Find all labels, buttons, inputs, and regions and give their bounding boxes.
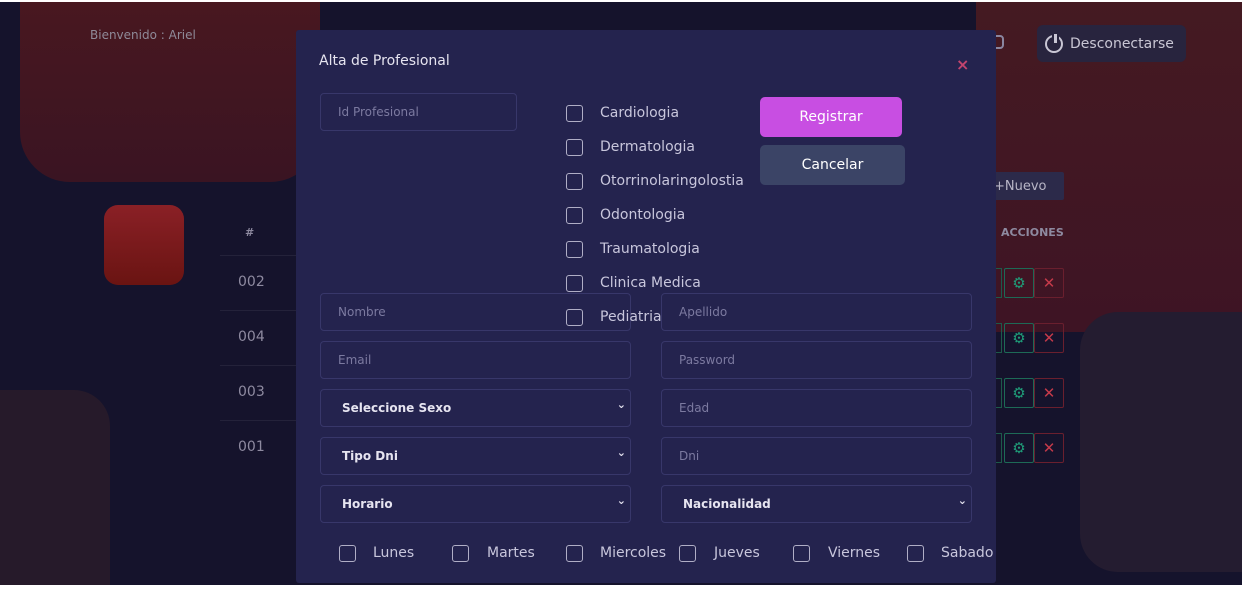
- day-checkbox[interactable]: [339, 545, 356, 562]
- chevron-down-icon: ⌄: [616, 398, 626, 411]
- day-checkbox[interactable]: [793, 545, 810, 562]
- specialty-checkbox[interactable]: [566, 309, 583, 326]
- specialty-checkbox[interactable]: [566, 207, 583, 224]
- day-checkbox[interactable]: [907, 545, 924, 562]
- specialty-checkbox[interactable]: [566, 139, 583, 156]
- specialty-checkbox[interactable]: [566, 105, 583, 122]
- cancel-button[interactable]: Cancelar: [760, 145, 905, 185]
- day-checkbox[interactable]: [679, 545, 696, 562]
- horario-select[interactable]: Horario ⌄: [320, 485, 631, 523]
- specialty-label: Otorrinolaringolostia: [600, 173, 744, 189]
- email-input[interactable]: Email: [320, 341, 631, 379]
- close-icon[interactable]: ×: [956, 55, 969, 74]
- day-label: Jueves: [714, 545, 760, 561]
- sexo-select[interactable]: Seleccione Sexo ⌄: [320, 389, 631, 427]
- chevron-down-icon: ⌄: [616, 446, 626, 459]
- day-label: Viernes: [828, 545, 881, 561]
- specialty-label: Traumatologia: [600, 241, 700, 257]
- tipo-dni-select-value: Tipo Dni: [342, 449, 398, 463]
- day-label: Sabado: [941, 545, 994, 561]
- nombre-input[interactable]: Nombre: [320, 293, 631, 331]
- day-label: Martes: [487, 545, 535, 561]
- specialty-label: Dermatologia: [600, 139, 695, 155]
- horario-select-value: Horario: [342, 497, 393, 511]
- specialty-label: Clinica Medica: [600, 275, 701, 291]
- specialty-label: Cardiologia: [600, 105, 680, 121]
- sexo-select-value: Seleccione Sexo: [342, 401, 452, 415]
- day-checkbox[interactable]: [452, 545, 469, 562]
- specialty-label: Pediatria: [600, 309, 662, 325]
- dni-input[interactable]: Dni: [661, 437, 972, 475]
- day-label: Lunes: [373, 545, 415, 561]
- chevron-down-icon: ⌄: [616, 494, 626, 507]
- day-label: Miercoles: [600, 545, 667, 561]
- chevron-down-icon: ⌄: [957, 494, 967, 507]
- specialty-checkbox[interactable]: [566, 241, 583, 258]
- modal-title: Alta de Profesional: [319, 53, 450, 69]
- password-input[interactable]: Password: [661, 341, 972, 379]
- specialty-checkbox[interactable]: [566, 275, 583, 292]
- nacionalidad-select-value: Nacionalidad: [683, 497, 771, 511]
- id-profesional-input[interactable]: Id Profesional: [320, 93, 517, 131]
- nacionalidad-select[interactable]: Nacionalidad ⌄: [661, 485, 972, 523]
- apellido-input[interactable]: Apellido: [661, 293, 972, 331]
- alta-profesional-modal: Alta de Profesional × Id Profesional Car…: [296, 30, 996, 583]
- edad-input[interactable]: Edad: [661, 389, 972, 427]
- register-button[interactable]: Registrar: [760, 97, 902, 137]
- day-checkbox[interactable]: [566, 545, 583, 562]
- tipo-dni-select[interactable]: Tipo Dni ⌄: [320, 437, 631, 475]
- specialty-checkbox[interactable]: [566, 173, 583, 190]
- specialty-label: Odontologia: [600, 207, 686, 223]
